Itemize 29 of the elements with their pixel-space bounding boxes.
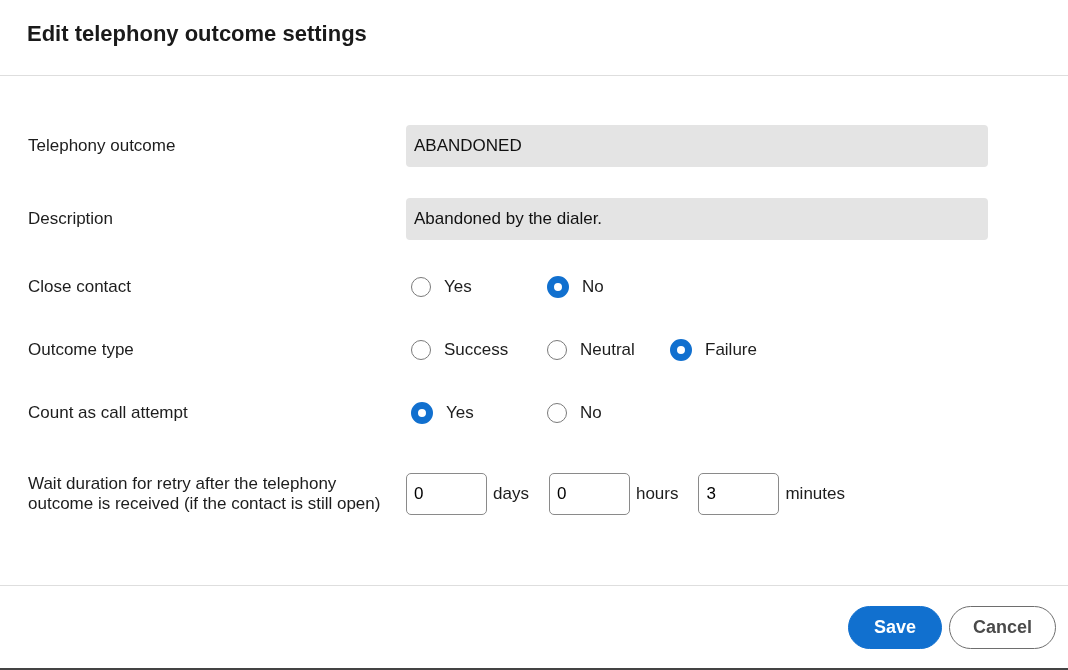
radio-button[interactable]: [411, 339, 431, 360]
radio-option[interactable]: Failure: [665, 338, 773, 361]
unit-label: days: [493, 484, 529, 504]
number-field[interactable]: 0: [406, 473, 487, 515]
radio-option[interactable]: Neutral: [542, 339, 650, 360]
radio-button[interactable]: [547, 402, 567, 423]
radio-button[interactable]: [411, 401, 433, 424]
number-field[interactable]: 0: [548, 473, 630, 515]
field-label: Description: [28, 208, 115, 229]
unit-label: hours: [635, 484, 679, 504]
dialog-title: Edit telephony outcome settings: [27, 21, 367, 47]
field-label: Outcome type: [28, 339, 135, 360]
radio-button[interactable]: [411, 276, 431, 297]
radio-option[interactable]: No: [542, 402, 650, 423]
cancel-button[interactable]: Cancel: [949, 605, 1056, 649]
radio-button[interactable]: [547, 339, 567, 360]
radio-option[interactable]: No: [542, 275, 650, 298]
save-button[interactable]: Save: [848, 605, 942, 649]
unit-label: minutes: [785, 484, 845, 504]
field-label: Count as call attempt: [28, 402, 189, 423]
radio-option[interactable]: Yes: [406, 401, 514, 424]
radio-option[interactable]: Yes: [406, 276, 514, 297]
number-field[interactable]: 3: [698, 473, 780, 515]
radio-button[interactable]: [670, 338, 692, 361]
field-label: Close contact: [28, 276, 132, 297]
field-label: Wait duration for retry after the telephony outcome is received (if the contact is still open): [28, 474, 382, 514]
radio-button[interactable]: [547, 275, 569, 298]
field-label: Telephony outcome: [28, 135, 177, 156]
radio-option[interactable]: Success: [406, 339, 514, 360]
